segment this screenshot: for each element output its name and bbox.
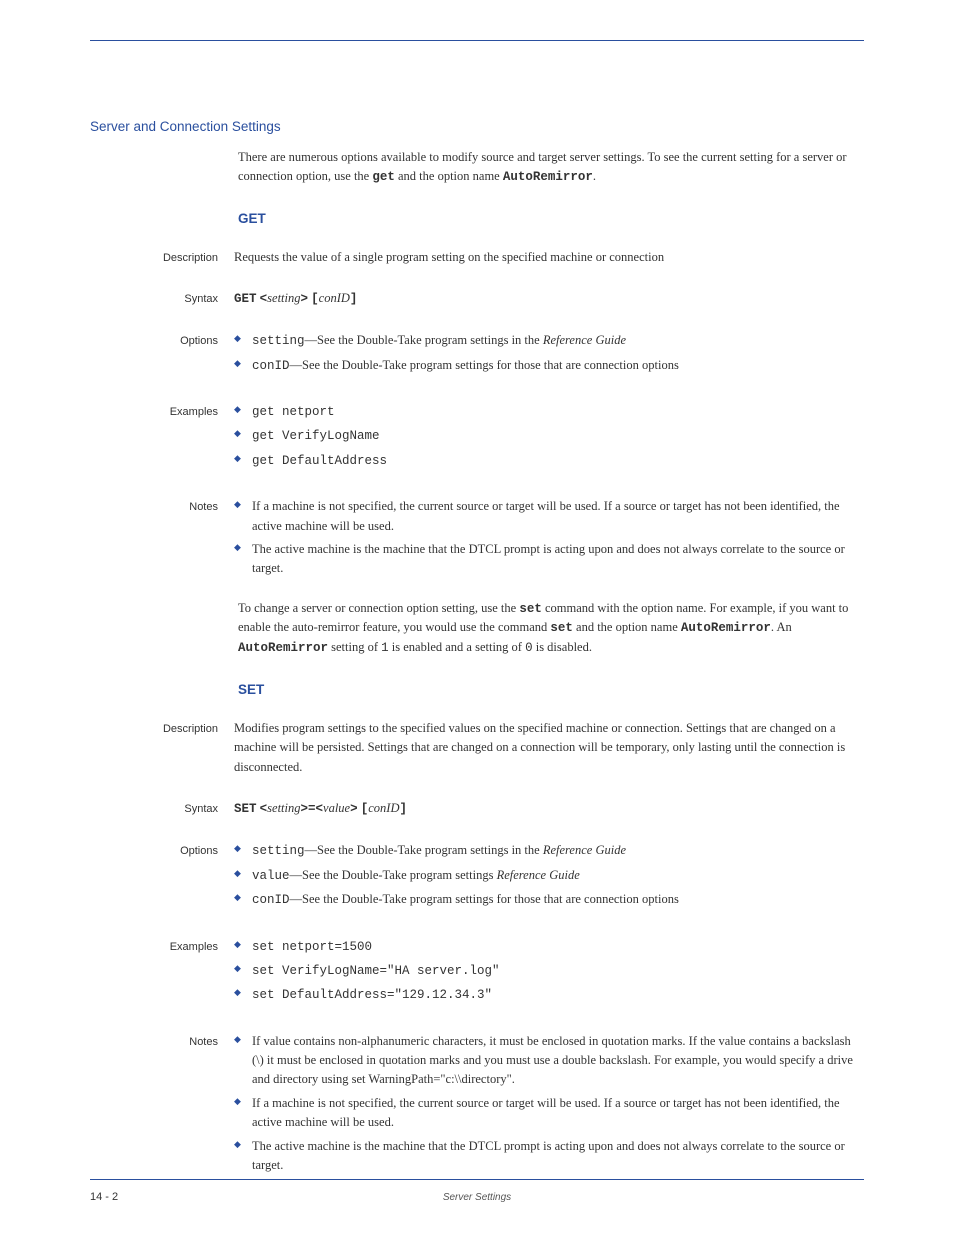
get-ex-3: get DefaultAddress xyxy=(234,451,864,471)
intro-para-1: There are numerous options available to … xyxy=(238,148,864,187)
set-intro-cmd: set xyxy=(519,602,542,616)
set-ex1-text: set netport=1500 xyxy=(252,940,372,954)
set-intro-para: To change a server or connection option … xyxy=(238,599,864,658)
bottom-rule xyxy=(90,1179,864,1180)
top-rule xyxy=(90,40,864,41)
set-opt-1: setting—See the Double-Take program sett… xyxy=(234,841,864,861)
set-intro-a: To change a server or connection option … xyxy=(238,601,519,615)
set-intro-v1: 1 xyxy=(381,641,389,655)
get-syn-lb: [ xyxy=(311,292,319,306)
set-note-1: If value contains non-alphanumeric chara… xyxy=(234,1032,864,1090)
set-ex-1: set netport=1500 xyxy=(234,937,864,957)
set-opt1-text: —See the Double-Take program settings in… xyxy=(305,843,543,857)
set-opt3-name: conID xyxy=(252,893,290,907)
set-opt2-text: —See the Double-Take program settings xyxy=(290,868,497,882)
intro-cmd-get: GET xyxy=(372,170,395,184)
get-syn-setting: setting xyxy=(267,291,300,305)
set-desc: Modifies program settings to the specifi… xyxy=(234,719,864,777)
footer-title: Server Settings xyxy=(443,1192,511,1203)
set-intro-auto1: AutoRemirror xyxy=(681,621,771,635)
get-ex2-text: get VerifyLogName xyxy=(252,429,380,443)
set-note-2: If a machine is not specified, the curre… xyxy=(234,1094,864,1133)
set-opt-label: Options xyxy=(90,845,234,857)
set-intro-c: and the option name xyxy=(573,620,681,634)
get-opt-label: Options xyxy=(90,335,234,347)
set-intro-auto2: AutoRemirror xyxy=(238,641,328,655)
get-desc: Requests the value of a single program s… xyxy=(234,248,864,267)
section-heading: Server and Connection Settings xyxy=(90,119,281,134)
get-syn-rb: ] xyxy=(350,292,358,306)
set-opt1-name: setting xyxy=(252,844,305,858)
set-intro-v0: 0 xyxy=(525,641,533,655)
set-syn-rb: ] xyxy=(400,802,408,816)
get-syn-conid: conID xyxy=(319,291,350,305)
set-ex3-text: set DefaultAddress="129.12.34.3" xyxy=(252,988,492,1002)
set-opt1-ref: Reference Guide xyxy=(543,843,626,857)
set-intro-f: is enabled and a setting of xyxy=(389,640,525,654)
set-notes-label: Notes xyxy=(90,1036,234,1048)
get-ex-2: get VerifyLogName xyxy=(234,426,864,446)
set-opt-3: conID—See the Double-Take program settin… xyxy=(234,890,864,910)
set-opt2-name: value xyxy=(252,869,290,883)
get-opt-1: setting—See the Double-Take program sett… xyxy=(234,331,864,351)
get-syntax-label: Syntax xyxy=(90,293,234,305)
get-opt1-text: —See the Double-Take program settings in… xyxy=(305,333,543,347)
set-intro-cmd2: set xyxy=(550,621,573,635)
set-syn-value: value xyxy=(323,801,350,815)
get-ex-1: get netport xyxy=(234,402,864,422)
set-syn-cmd: SET xyxy=(234,802,257,816)
get-syntax-line: GET <setting> [conID] xyxy=(234,289,864,309)
get-opt1-name: setting xyxy=(252,334,305,348)
set-syntax-label: Syntax xyxy=(90,803,234,815)
get-syn-gt: > xyxy=(301,292,309,306)
set-opt2-ref: Reference Guide xyxy=(497,868,580,882)
set-desc-label: Description xyxy=(90,723,234,735)
set-ex-label: Examples xyxy=(90,941,234,953)
set-syn-gt: > xyxy=(350,802,358,816)
set-ex2-text: set VerifyLogName="HA server.log" xyxy=(252,964,500,978)
get-syn-cmd: GET xyxy=(234,292,257,306)
set-note-3: The active machine is the machine that t… xyxy=(234,1137,864,1176)
get-cmd-head: GET xyxy=(238,211,864,226)
get-opt-2: conID—See the Double-Take program settin… xyxy=(234,356,864,376)
intro-opt-auto: AutoRemirror xyxy=(503,170,593,184)
set-intro-d: . An xyxy=(771,620,792,634)
set-ex-3: set DefaultAddress="129.12.34.3" xyxy=(234,985,864,1005)
page-number: 14 - 2 xyxy=(90,1191,118,1203)
intro-text-c: and the option name xyxy=(395,169,503,183)
set-syn-setting: setting xyxy=(267,801,300,815)
intro-text-d: . xyxy=(593,169,596,183)
get-ex3-text: get DefaultAddress xyxy=(252,454,387,468)
get-note-1: If a machine is not specified, the curre… xyxy=(234,497,864,536)
set-opt3-text: —See the Double-Take program settings fo… xyxy=(290,892,679,906)
get-note-2: The active machine is the machine that t… xyxy=(234,540,864,579)
get-desc-label: Description xyxy=(90,252,234,264)
get-opt2-name: conID xyxy=(252,359,290,373)
get-notes-label: Notes xyxy=(90,501,234,513)
set-intro-g: is disabled. xyxy=(533,640,592,654)
get-ex-label: Examples xyxy=(90,406,234,418)
set-cmd-head: SET xyxy=(238,682,864,697)
get-opt2-text: —See the Double-Take program settings fo… xyxy=(290,358,679,372)
set-opt-2: value—See the Double-Take program settin… xyxy=(234,866,864,886)
get-ex1-text: get netport xyxy=(252,405,335,419)
set-syn-conid: conID xyxy=(368,801,399,815)
get-opt1-ref: Reference Guide xyxy=(543,333,626,347)
set-syn-eq: >=< xyxy=(301,802,324,816)
set-syntax-line: SET <setting>=<value> [conID] xyxy=(234,799,864,819)
set-intro-e: setting of xyxy=(328,640,381,654)
set-ex-2: set VerifyLogName="HA server.log" xyxy=(234,961,864,981)
